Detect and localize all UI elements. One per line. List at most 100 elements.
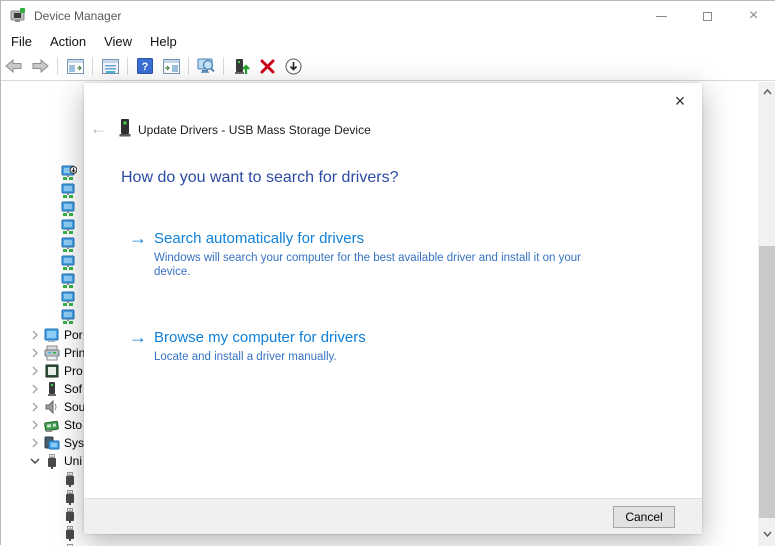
uninstall-device-button[interactable] <box>255 54 279 78</box>
search-automatically-option[interactable]: → Search automatically for drivers Windo… <box>129 228 649 280</box>
title-bar: Device Manager × <box>1 1 775 31</box>
toolbar-separator <box>127 57 128 75</box>
scrollbar-thumb[interactable] <box>759 246 775 518</box>
software-device-icon <box>44 381 60 397</box>
toolbar-separator <box>57 57 58 75</box>
update-driver-icon <box>234 58 250 74</box>
back-arrow-icon <box>5 59 22 73</box>
close-window-button[interactable]: × <box>731 1 775 31</box>
network-adapter-icon-disabled[interactable] <box>61 165 78 181</box>
tree-item-sound-controllers[interactable]: Sou <box>1 398 85 416</box>
window-title: Device Manager <box>34 9 122 23</box>
scrollbar-up-icon[interactable] <box>758 84 775 100</box>
uninstall-x-icon <box>260 59 274 73</box>
usb-device-icon[interactable] <box>62 525 78 541</box>
forward-button[interactable] <box>28 54 52 78</box>
scan-hardware-icon <box>197 58 215 73</box>
show-action-pane-button[interactable] <box>159 54 183 78</box>
network-adapter-icon[interactable] <box>61 183 77 199</box>
printer-icon <box>44 345 60 361</box>
update-drivers-dialog: × ← Update Drivers - USB Mass Storage De… <box>84 83 702 534</box>
back-button[interactable] <box>2 54 26 78</box>
maximize-button[interactable] <box>685 1 730 31</box>
tree-item-system-devices[interactable]: Sys <box>1 434 85 452</box>
show-console-tree-button[interactable] <box>63 54 87 78</box>
menu-action[interactable]: Action <box>41 32 95 51</box>
dialog-close-button[interactable]: × <box>669 90 691 112</box>
right-arrow-icon: → <box>129 327 147 347</box>
toolbar-separator <box>223 57 224 75</box>
option-description: Windows will search your computer for th… <box>154 252 581 279</box>
menu-file[interactable]: File <box>1 32 41 51</box>
menu-view[interactable]: View <box>95 32 141 51</box>
update-driver-button[interactable] <box>229 54 253 78</box>
network-adapter-icon[interactable] <box>61 255 77 271</box>
svg-text:?: ? <box>142 61 149 73</box>
close-icon: × <box>748 7 759 24</box>
scrollbar-down-icon[interactable] <box>758 526 775 542</box>
usb-device-icon[interactable] <box>62 507 78 523</box>
chevron-right-icon[interactable] <box>27 417 43 433</box>
help-icon: ? <box>137 58 153 74</box>
toolbar-separator <box>92 57 93 75</box>
tree-item-print-queues[interactable]: Prin <box>1 344 85 362</box>
option-description: Locate and install a driver manually. <box>154 351 337 363</box>
chevron-down-icon[interactable] <box>27 453 43 469</box>
dialog-heading: How do you want to search for drivers? <box>121 169 399 186</box>
tree-scrollbar[interactable] <box>758 82 775 546</box>
tree-item-ports[interactable]: Por <box>1 326 85 344</box>
browse-computer-option[interactable]: → Browse my computer for drivers Locate … <box>129 327 649 364</box>
network-adapter-icon[interactable] <box>61 237 77 253</box>
network-adapter-icon[interactable] <box>61 273 77 289</box>
speaker-icon <box>44 399 60 415</box>
device-manager-window: { "window": { "title": "Device Manager" … <box>0 0 775 546</box>
properties-button[interactable] <box>98 54 122 78</box>
action-pane-icon <box>162 58 180 74</box>
tree-item-usb-controllers[interactable]: Uni <box>1 452 85 470</box>
usb-mass-storage-icon <box>118 119 132 138</box>
tree-item-processors[interactable]: Pro <box>1 362 85 380</box>
right-arrow-icon: → <box>129 228 147 248</box>
disable-device-button[interactable] <box>281 54 305 78</box>
chevron-right-icon[interactable] <box>27 363 43 379</box>
device-tree-pane: Por Prin Pro Sof Sou Sto Sys Uni × ← Upd… <box>1 81 775 546</box>
network-adapter-icon[interactable] <box>61 219 77 235</box>
storage-controller-icon <box>44 417 60 433</box>
menu-bar: File Action View Help <box>1 31 775 52</box>
tree-item-storage-controllers[interactable]: Sto <box>1 416 85 434</box>
toolbar-separator <box>188 57 189 75</box>
minimize-button[interactable] <box>639 1 684 31</box>
usb-plug-icon <box>44 453 60 469</box>
device-manager-icon <box>10 7 26 23</box>
properties-icon <box>101 58 119 74</box>
option-title: Search automatically for drivers <box>154 230 365 247</box>
chevron-right-icon[interactable] <box>27 435 43 451</box>
cancel-button[interactable]: Cancel <box>613 506 675 528</box>
processor-icon <box>44 363 60 379</box>
disable-down-arrow-icon <box>285 58 301 74</box>
minimize-icon <box>656 15 667 17</box>
chevron-right-icon[interactable] <box>27 399 43 415</box>
dialog-back-icon[interactable]: ← <box>90 119 107 139</box>
network-adapter-icon[interactable] <box>61 201 77 217</box>
dialog-title: Update Drivers - USB Mass Storage Device <box>138 123 371 137</box>
chevron-right-icon[interactable] <box>27 381 43 397</box>
help-button[interactable]: ? <box>133 54 157 78</box>
usb-device-icon[interactable] <box>62 489 78 505</box>
dialog-footer: Cancel <box>84 498 702 534</box>
chevron-right-icon[interactable] <box>27 345 43 361</box>
toolbar: ? <box>1 52 775 81</box>
chevron-right-icon[interactable] <box>27 327 43 343</box>
maximize-icon <box>703 11 712 21</box>
console-tree-icon <box>66 58 84 74</box>
device-tree-strip: Por Prin Pro Sof Sou Sto Sys Uni <box>1 81 85 546</box>
ports-icon <box>44 327 60 343</box>
forward-arrow-icon <box>32 59 49 73</box>
menu-help[interactable]: Help <box>141 32 186 51</box>
scan-hardware-changes-button[interactable] <box>194 54 218 78</box>
network-adapter-icon[interactable] <box>61 291 77 307</box>
network-adapter-icon[interactable] <box>61 309 77 325</box>
option-title: Browse my computer for drivers <box>154 329 366 346</box>
tree-item-software-devices[interactable]: Sof <box>1 380 85 398</box>
usb-device-icon[interactable] <box>62 471 78 487</box>
